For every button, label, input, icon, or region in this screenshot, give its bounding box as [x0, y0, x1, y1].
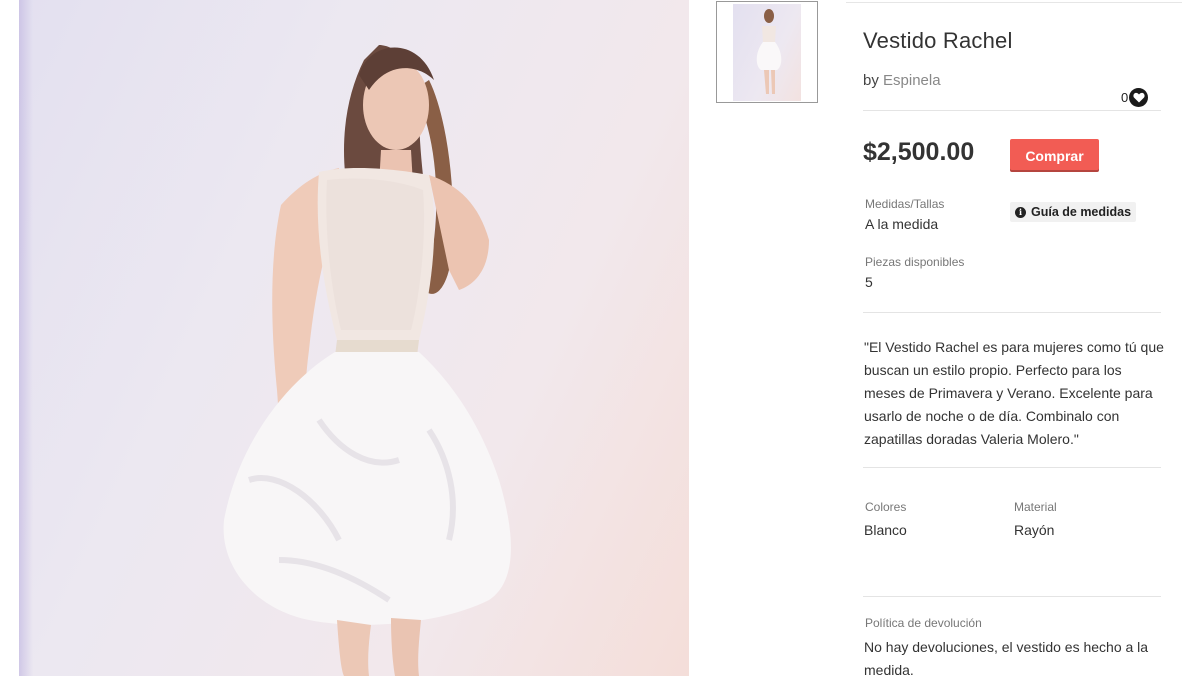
divider [846, 2, 1182, 3]
heart-icon[interactable] [1129, 88, 1149, 107]
divider [863, 596, 1161, 597]
info-icon: i [1015, 206, 1026, 218]
like-count: 0 [1121, 90, 1129, 105]
product-description: "El Vestido Rachel es para mujeres como … [864, 339, 1164, 447]
divider [863, 312, 1161, 313]
size-guide-label: Guía de medidas [1031, 205, 1132, 219]
product-price: $2,500.00 [863, 138, 975, 166]
divider [863, 467, 1161, 468]
buy-button[interactable]: Comprar [1010, 139, 1099, 172]
product-main-image[interactable] [19, 0, 689, 676]
product-thumbnail[interactable] [716, 1, 818, 103]
sizes-value: A la medida [865, 216, 939, 232]
thumbnail-illustration [756, 9, 782, 94]
like-counter[interactable]: 0 [1121, 88, 1149, 107]
material-value: Rayón [1014, 522, 1055, 538]
image-edge-tint [19, 0, 33, 676]
brand-byline: by Espinela [863, 72, 941, 89]
product-title: Vestido Rachel [863, 28, 1013, 53]
sizes-label: Medidas/Tallas [865, 197, 945, 211]
colors-label: Colores [865, 500, 907, 514]
returns-value: No hay devoluciones, el vestido es hecho… [864, 639, 1149, 678]
stock-value: 5 [865, 274, 873, 290]
size-guide-button[interactable]: i Guía de medidas [1010, 202, 1137, 222]
colors-value: Blanco [864, 522, 907, 538]
stock-label: Piezas disponibles [865, 255, 965, 269]
thumbnail-image [733, 4, 801, 101]
divider [863, 110, 1161, 111]
by-prefix: by [863, 72, 879, 89]
brand-link[interactable]: Espinela [883, 72, 941, 89]
material-label: Material [1014, 500, 1057, 514]
returns-label: Política de devolución [865, 616, 982, 630]
model-photo-illustration [223, 45, 511, 676]
